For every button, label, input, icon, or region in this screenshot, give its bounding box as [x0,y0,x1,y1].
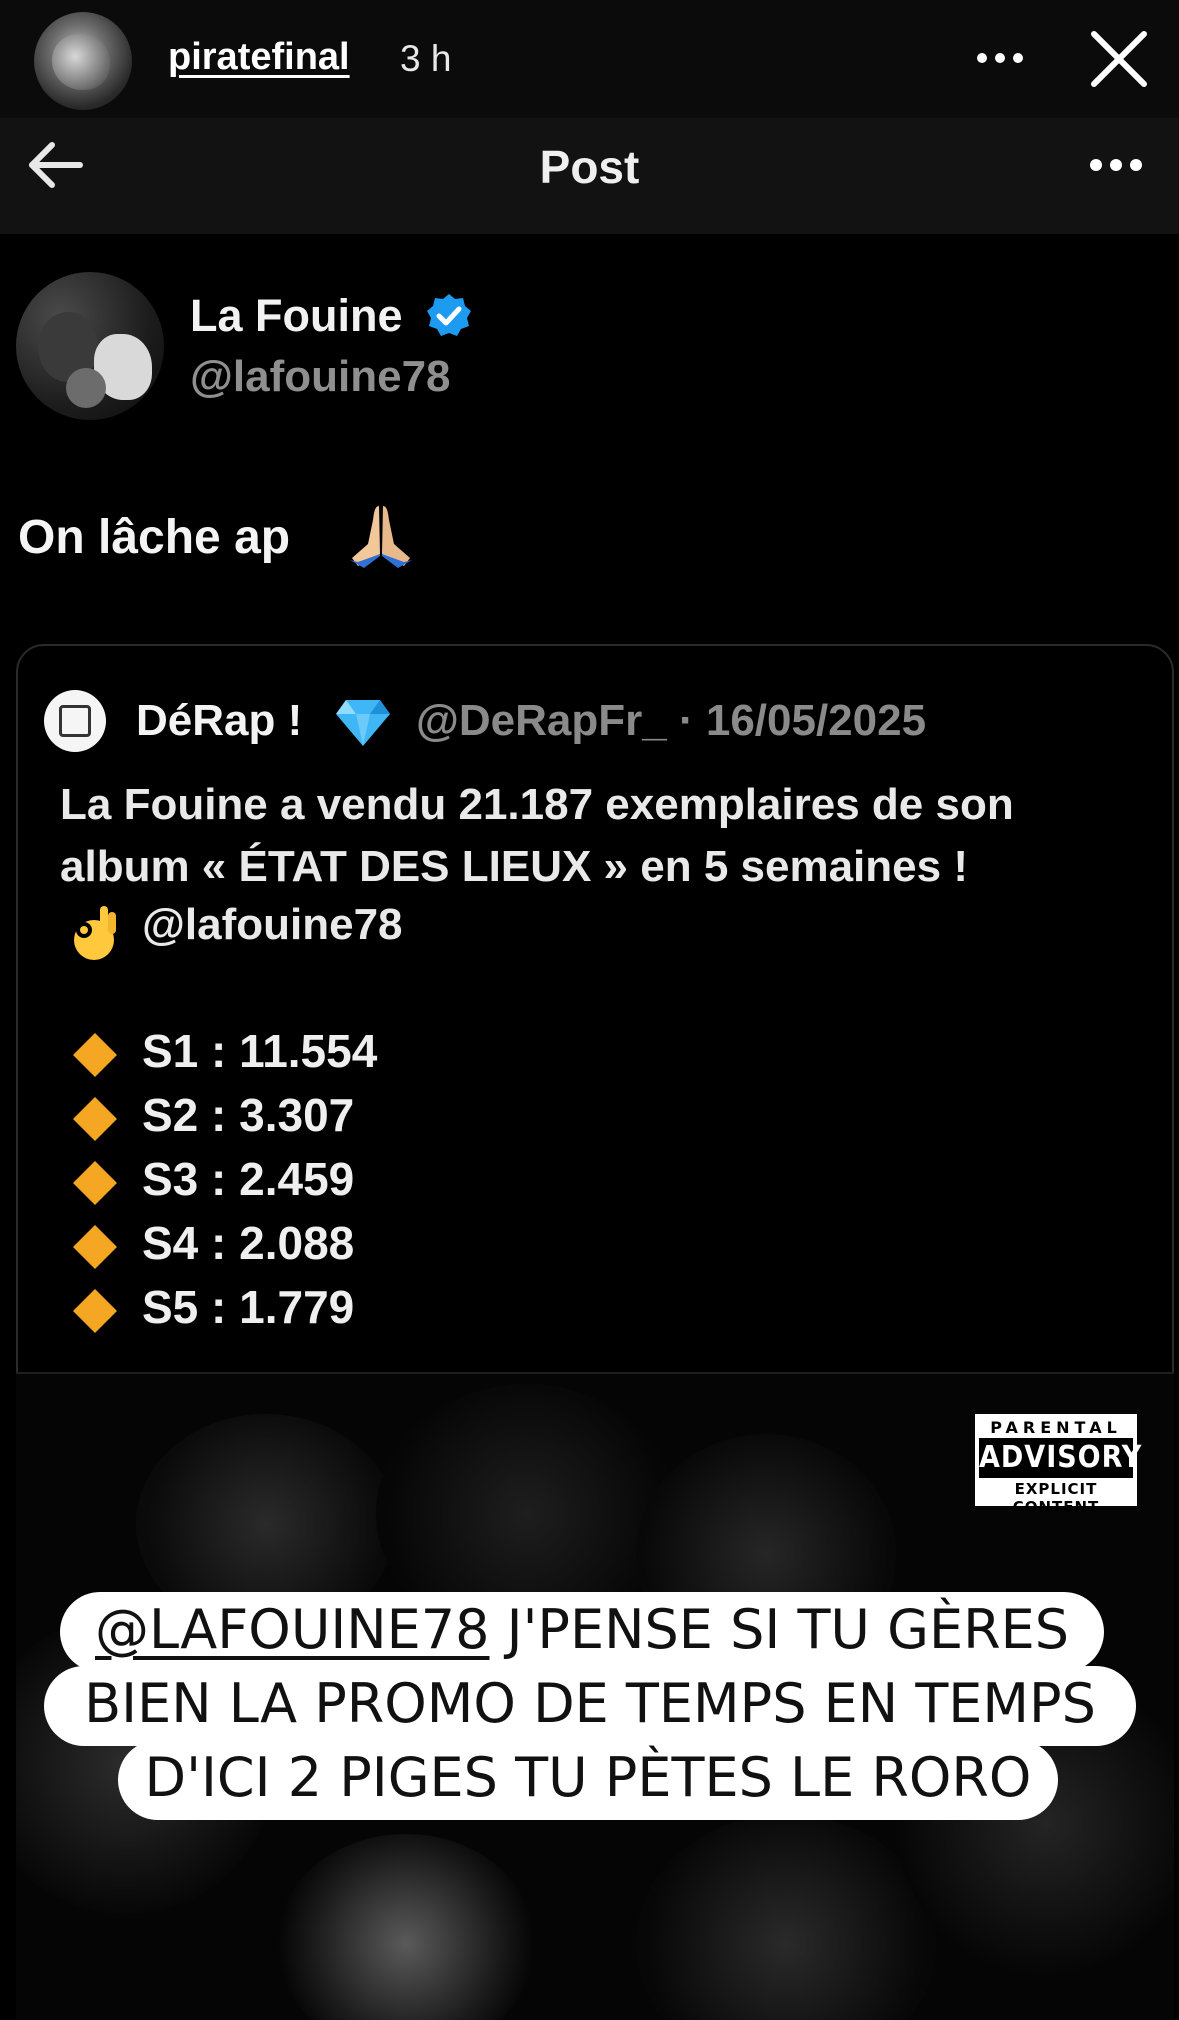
orange-diamond-icon [73,1225,117,1269]
advisory-top: PARENTAL [990,1418,1122,1437]
author-avatar[interactable] [16,272,164,420]
advisory-bottom: EXPLICIT CONTENT [1012,1480,1100,1516]
orange-diamond-icon [73,1161,117,1205]
post-more-icon[interactable] [1086,140,1146,190]
list-item: S4 : 2.088 [72,1216,472,1276]
story-avatar[interactable] [34,12,132,110]
orange-diamond-icon [73,1289,117,1333]
orange-diamond-icon [73,1097,117,1141]
story-caption-line-1: @LAFOUINE78 J'PENSE SI TU GÈRES [60,1592,1104,1672]
advisory-middle: ADVISORY [979,1438,1141,1478]
quoted-mention[interactable]: @lafouine78 [142,900,403,950]
stat-label: S3 : 2.459 [142,1153,355,1205]
pray-emoji-icon [350,506,412,568]
caption-line1-text: J'PENSE SI TU GÈRES [489,1598,1069,1661]
caption-mention[interactable]: @LAFOUINE78 [95,1598,490,1661]
close-icon[interactable] [1086,26,1152,92]
orange-diamond-icon [73,1033,117,1077]
ok-hand-emoji-icon [74,906,116,960]
list-item: S2 : 3.307 [72,1088,472,1148]
story-caption-line-2: BIEN LA PROMO DE TEMPS EN TEMPS [44,1666,1136,1746]
gem-emoji-icon [336,700,390,746]
story-time: 3 h [400,38,452,79]
stat-label: S4 : 2.088 [142,1217,355,1269]
parental-advisory-label: PARENTAL ADVISORY EXPLICIT CONTENT [975,1414,1141,1516]
post-text: On lâche ap [18,511,291,564]
page-title: Post [539,141,640,193]
quoted-avatar[interactable] [44,690,106,752]
list-item: S5 : 1.779 [72,1280,472,1340]
verified-icon [427,294,471,336]
list-item: S1 : 11.554 [72,1024,472,1084]
story-username[interactable]: piratefinal [168,36,350,79]
quoted-handle-date: @DeRapFr_ · 16/05/2025 [416,696,927,745]
stat-label: S2 : 3.307 [142,1089,355,1141]
stat-label: S1 : 11.554 [142,1025,378,1077]
story-caption-line-3: D'ICI 2 PIGES TU PÈTES LE RORO [118,1740,1058,1820]
more-icon[interactable] [972,30,1028,86]
stat-label: S5 : 1.779 [142,1281,355,1333]
author-handle[interactable]: @lafouine78 [190,352,451,402]
quoted-name[interactable]: DéRap ! [136,696,302,746]
author-name[interactable]: La Fouine [190,290,403,342]
quoted-text: La Fouine a vendu 21.187 exemplaires de … [60,780,1014,891]
list-item: S3 : 2.459 [72,1152,472,1212]
